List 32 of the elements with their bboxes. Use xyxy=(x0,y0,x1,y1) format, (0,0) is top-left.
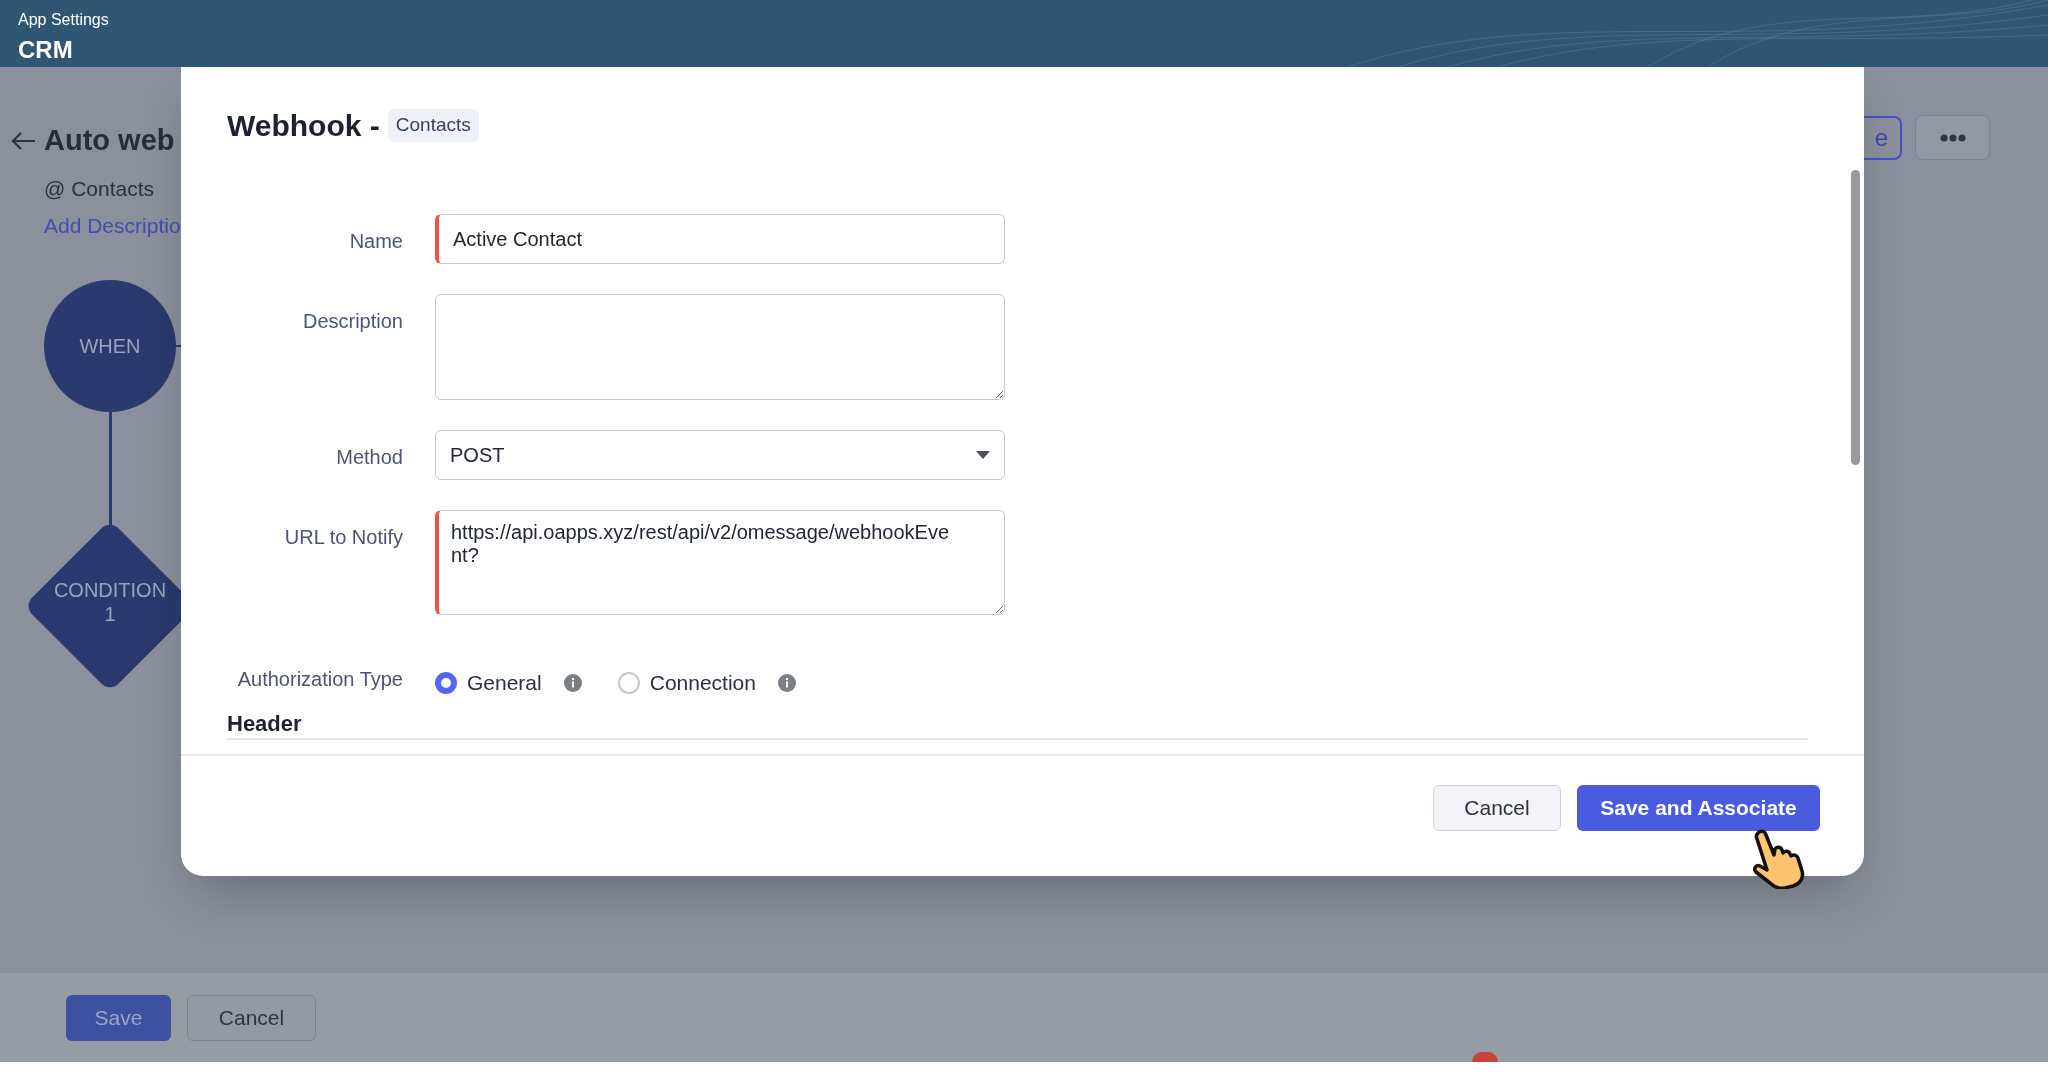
info-icon[interactable] xyxy=(563,673,582,692)
dialog-title: Webhook - xyxy=(227,108,380,144)
radio-button[interactable] xyxy=(617,671,640,694)
field-label: Name xyxy=(348,229,404,254)
name-field[interactable]: Active Contact xyxy=(435,214,1005,264)
method-dropdown[interactable]: POST xyxy=(435,430,1005,480)
module-label: @ Contacts xyxy=(44,176,155,202)
cancel-button[interactable]: Cancel xyxy=(187,994,316,1041)
dropdown-caret-icon xyxy=(976,451,990,459)
field-label: Description xyxy=(301,309,404,334)
url-field[interactable]: https://api.oapps.xyz/rest/api/v2/omessage/webhookEvent? xyxy=(435,510,1005,615)
field-label: Authorization Type xyxy=(236,666,404,692)
module-badge: Contacts xyxy=(387,109,479,142)
scrollbar-thumb[interactable] xyxy=(1851,170,1860,465)
description-field[interactable] xyxy=(435,294,1005,400)
field-label: Method xyxy=(335,445,404,470)
save-and-associate-button[interactable]: Save and Associate xyxy=(1577,785,1820,831)
more-button[interactable] xyxy=(1915,115,1990,160)
radio-option[interactable]: Connection xyxy=(617,667,796,699)
section-heading: Header xyxy=(227,709,303,738)
cancel-button[interactable]: Cancel xyxy=(1433,785,1561,831)
back-arrow-icon[interactable] xyxy=(10,130,36,151)
app-title: CRM xyxy=(18,35,73,65)
when-node: WHEN xyxy=(44,280,176,412)
condition-label: CONDITION 1 xyxy=(52,578,168,626)
info-icon[interactable] xyxy=(777,673,796,692)
radio-button[interactable] xyxy=(435,671,457,694)
field-label: URL to Notify xyxy=(283,525,404,550)
page-title: Auto web xyxy=(44,123,175,158)
app-subtitle: App Settings xyxy=(18,10,109,30)
more-icon xyxy=(1939,133,1966,142)
radio-option[interactable]: General xyxy=(435,667,582,699)
